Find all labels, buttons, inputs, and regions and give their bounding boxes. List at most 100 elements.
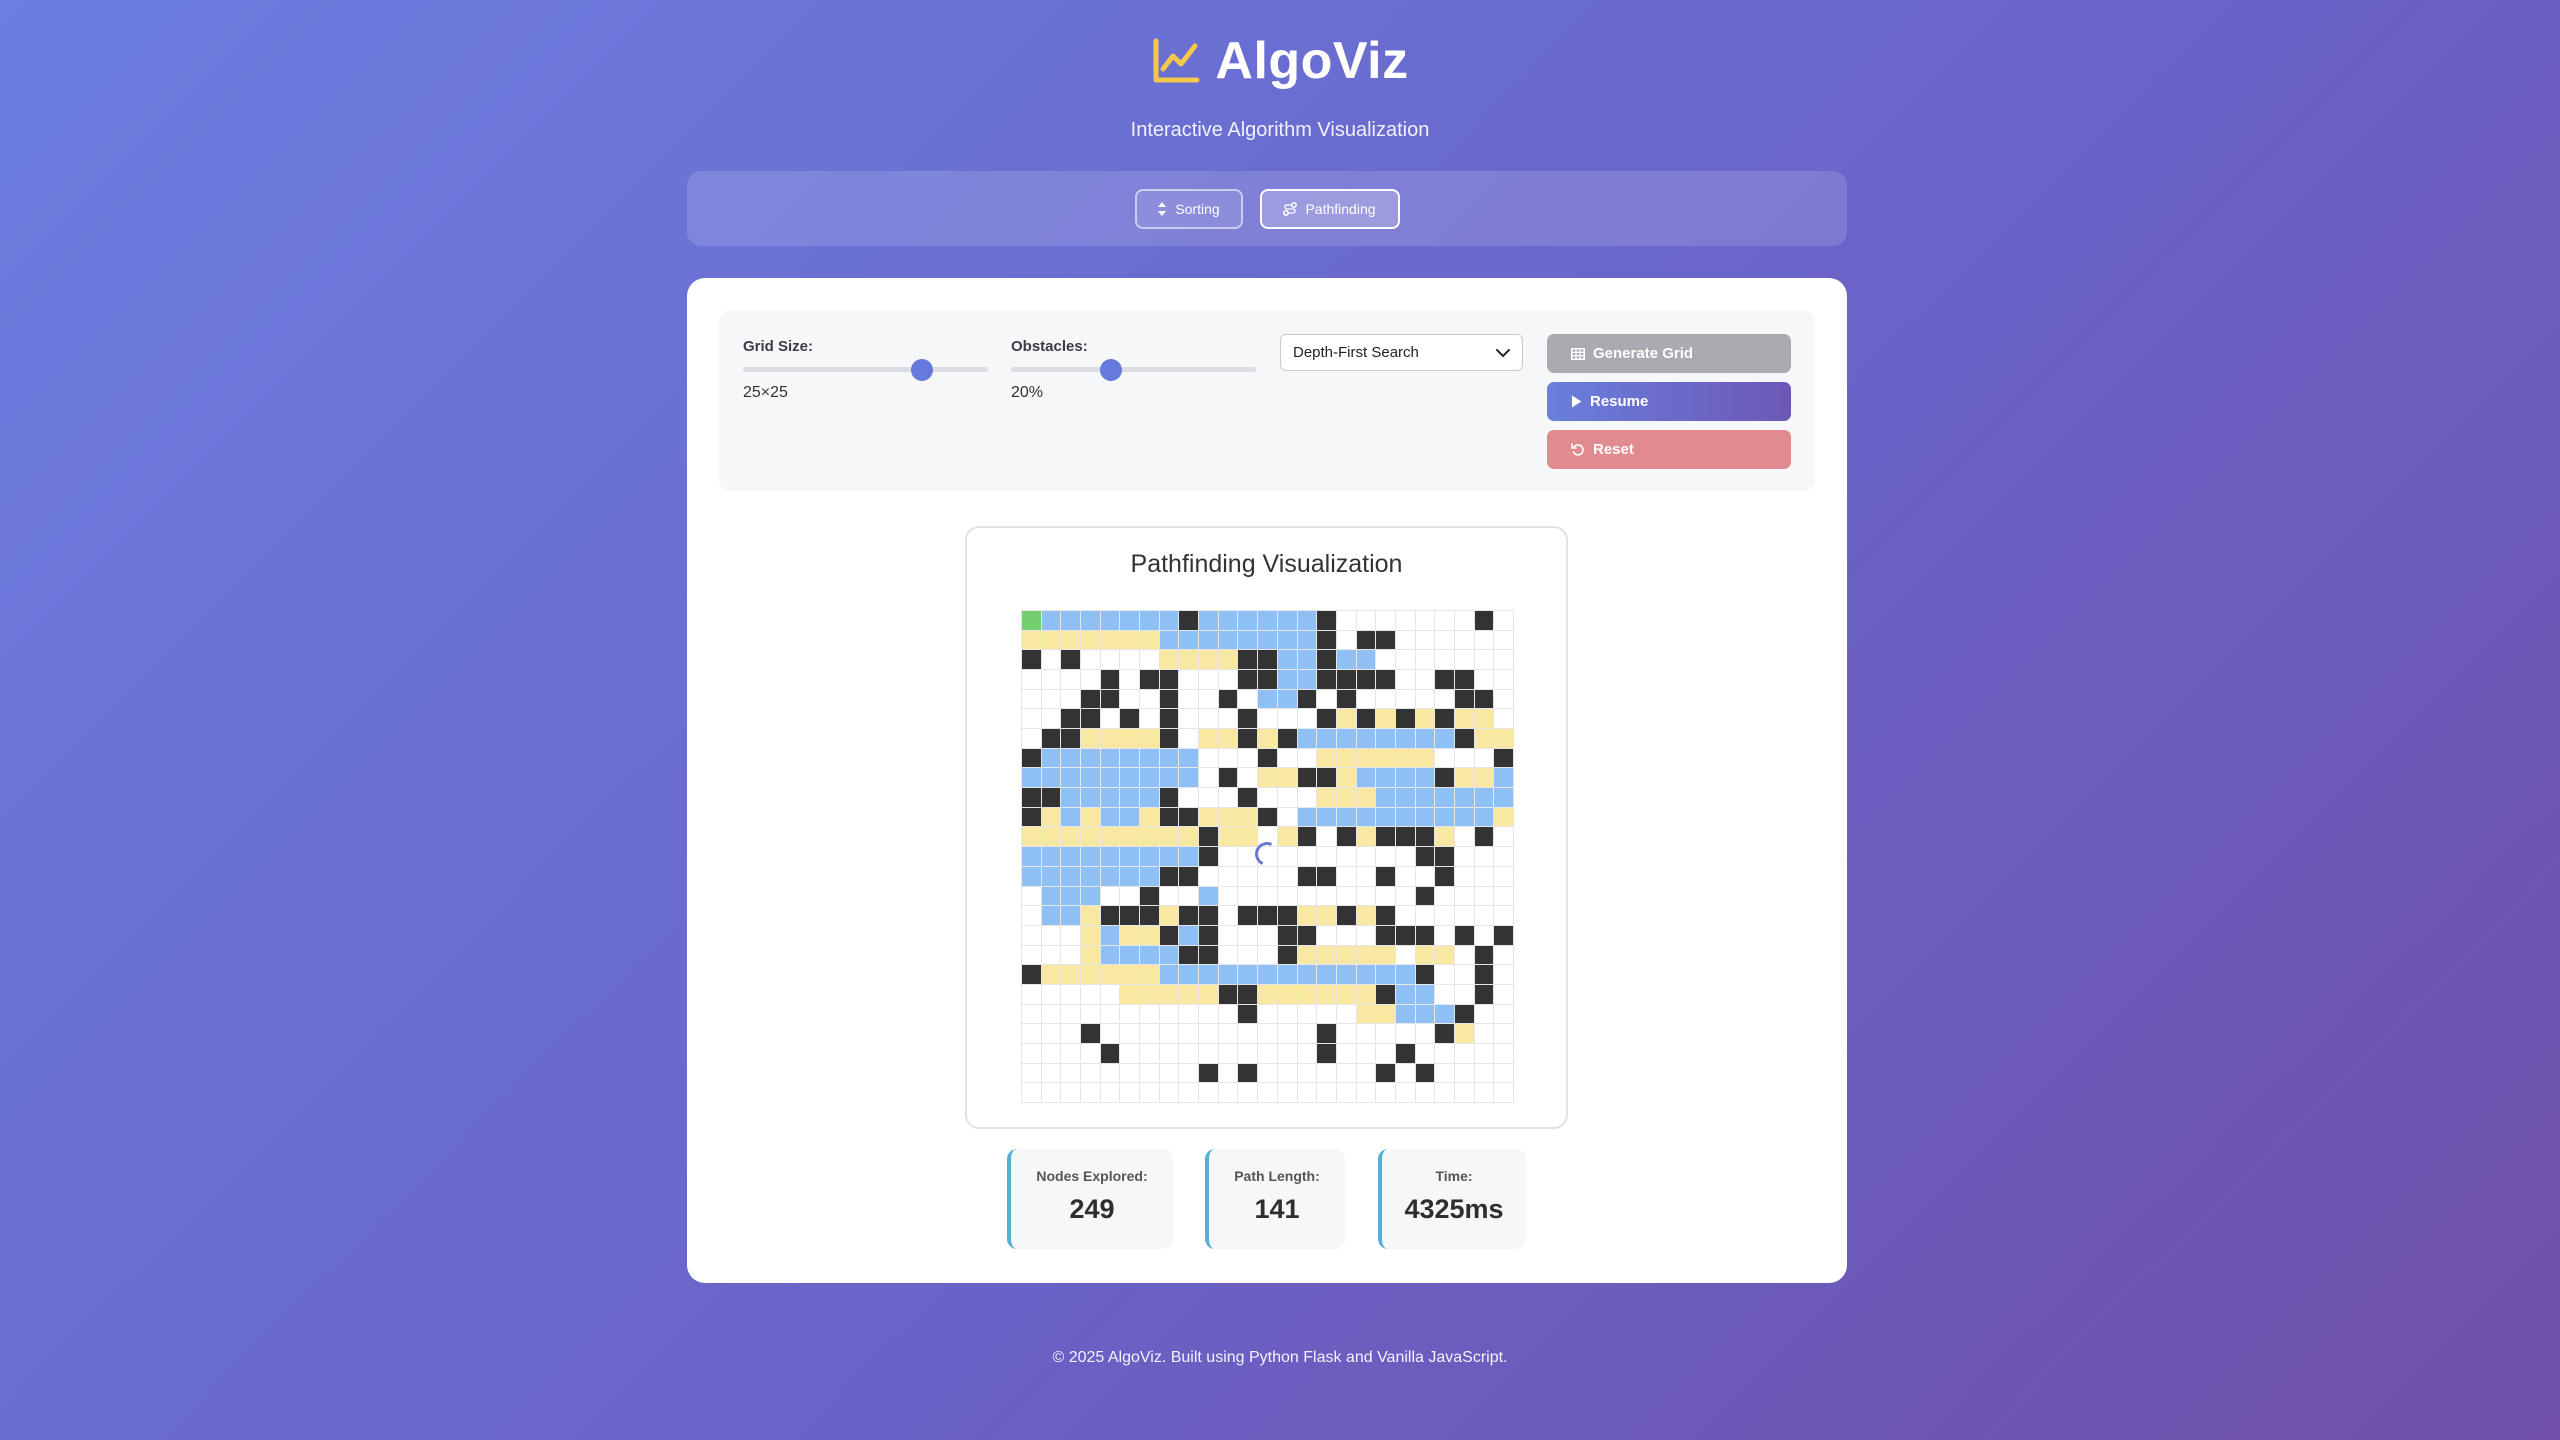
visited-cell[interactable] (1100, 847, 1120, 866)
grid-cell[interactable] (1061, 1043, 1081, 1063)
visited-cell[interactable] (1415, 788, 1435, 807)
visited-cell[interactable] (1081, 748, 1100, 768)
grid-cell[interactable] (1022, 984, 1041, 1004)
wall-cell[interactable] (1297, 925, 1317, 945)
visited-cell[interactable] (1081, 768, 1100, 788)
grid-cell[interactable] (1041, 1004, 1061, 1024)
grid-cell[interactable] (1415, 611, 1435, 630)
wall-cell[interactable] (1317, 1024, 1336, 1043)
grid-cell[interactable] (1435, 1063, 1454, 1083)
grid-cell[interactable] (1336, 866, 1356, 886)
visited-cell[interactable] (1395, 807, 1415, 827)
grid-cell[interactable] (1474, 886, 1494, 906)
visited-cell[interactable] (1140, 847, 1159, 866)
wall-cell[interactable] (1297, 768, 1317, 788)
grid-cell[interactable] (1435, 650, 1454, 670)
wall-cell[interactable] (1140, 670, 1159, 689)
grid-cell[interactable] (1238, 768, 1258, 788)
grid-cell[interactable] (1435, 1083, 1454, 1102)
path-cell[interactable] (1120, 827, 1140, 847)
grid-cell[interactable] (1317, 1083, 1336, 1102)
wall-cell[interactable] (1199, 827, 1218, 847)
visited-cell[interactable] (1395, 1004, 1415, 1024)
grid-cell[interactable] (1277, 709, 1297, 729)
grid-cell[interactable] (1454, 866, 1474, 886)
wall-cell[interactable] (1022, 748, 1041, 768)
visited-cell[interactable] (1356, 650, 1376, 670)
path-cell[interactable] (1317, 748, 1336, 768)
visited-cell[interactable] (1395, 729, 1415, 748)
grid-cell[interactable] (1061, 945, 1081, 965)
path-cell[interactable] (1140, 984, 1159, 1004)
wall-cell[interactable] (1336, 906, 1356, 925)
path-cell[interactable] (1100, 729, 1120, 748)
grid-cell[interactable] (1494, 965, 1513, 984)
grid-cell[interactable] (1356, 886, 1376, 906)
grid-cell[interactable] (1081, 670, 1100, 689)
visited-cell[interactable] (1100, 768, 1120, 788)
grid-cell[interactable] (1454, 886, 1474, 906)
grid-cell[interactable] (1494, 827, 1513, 847)
grid-cell[interactable] (1494, 670, 1513, 689)
wall-cell[interactable] (1159, 788, 1179, 807)
grid-cell[interactable] (1100, 1083, 1120, 1102)
grid-cell[interactable] (1238, 748, 1258, 768)
visited-cell[interactable] (1081, 847, 1100, 866)
visited-cell[interactable] (1238, 611, 1258, 630)
grid-cell[interactable] (1199, 788, 1218, 807)
grid-cell[interactable] (1061, 689, 1081, 709)
wall-cell[interactable] (1081, 709, 1100, 729)
wall-cell[interactable] (1336, 689, 1356, 709)
visited-cell[interactable] (1140, 866, 1159, 886)
visited-cell[interactable] (1277, 670, 1297, 689)
grid-cell[interactable] (1454, 847, 1474, 866)
grid-cell[interactable] (1199, 748, 1218, 768)
grid-cell[interactable] (1395, 847, 1415, 866)
grid-cell[interactable] (1041, 984, 1061, 1004)
wall-cell[interactable] (1022, 807, 1041, 827)
path-cell[interactable] (1218, 807, 1238, 827)
grid-cell[interactable] (1218, 1043, 1238, 1063)
path-cell[interactable] (1081, 827, 1100, 847)
path-cell[interactable] (1376, 709, 1395, 729)
grid-cell[interactable] (1179, 709, 1199, 729)
wall-cell[interactable] (1277, 925, 1297, 945)
grid-cell[interactable] (1356, 866, 1376, 886)
visited-cell[interactable] (1140, 748, 1159, 768)
grid-cell[interactable] (1140, 1083, 1159, 1102)
grid-cell[interactable] (1140, 689, 1159, 709)
visited-cell[interactable] (1474, 807, 1494, 827)
wall-cell[interactable] (1494, 748, 1513, 768)
grid-cell[interactable] (1356, 925, 1376, 945)
path-cell[interactable] (1474, 709, 1494, 729)
wall-cell[interactable] (1022, 650, 1041, 670)
path-cell[interactable] (1120, 925, 1140, 945)
grid-cell[interactable] (1336, 630, 1356, 650)
visited-cell[interactable] (1041, 886, 1061, 906)
grid-cell[interactable] (1494, 866, 1513, 886)
grid-cell[interactable] (1297, 709, 1317, 729)
visited-cell[interactable] (1199, 965, 1218, 984)
path-cell[interactable] (1159, 906, 1179, 925)
grid-cell[interactable] (1494, 847, 1513, 866)
grid-cell[interactable] (1218, 925, 1238, 945)
grid-cell[interactable] (1435, 925, 1454, 945)
wall-cell[interactable] (1159, 807, 1179, 827)
wall-cell[interactable] (1395, 827, 1415, 847)
grid-cell[interactable] (1238, 1043, 1258, 1063)
grid-cell[interactable] (1022, 1083, 1041, 1102)
visited-cell[interactable] (1435, 807, 1454, 827)
path-cell[interactable] (1081, 925, 1100, 945)
path-cell[interactable] (1356, 1004, 1376, 1024)
grid-cell[interactable] (1297, 1083, 1317, 1102)
grid-cell[interactable] (1395, 1024, 1415, 1043)
grid-cell[interactable] (1395, 906, 1415, 925)
grid-cell[interactable] (1277, 788, 1297, 807)
wall-cell[interactable] (1277, 729, 1297, 748)
wall-cell[interactable] (1159, 729, 1179, 748)
visited-cell[interactable] (1120, 807, 1140, 827)
grid-cell[interactable] (1277, 1043, 1297, 1063)
path-cell[interactable] (1317, 984, 1336, 1004)
path-cell[interactable] (1494, 729, 1513, 748)
path-cell[interactable] (1218, 827, 1238, 847)
